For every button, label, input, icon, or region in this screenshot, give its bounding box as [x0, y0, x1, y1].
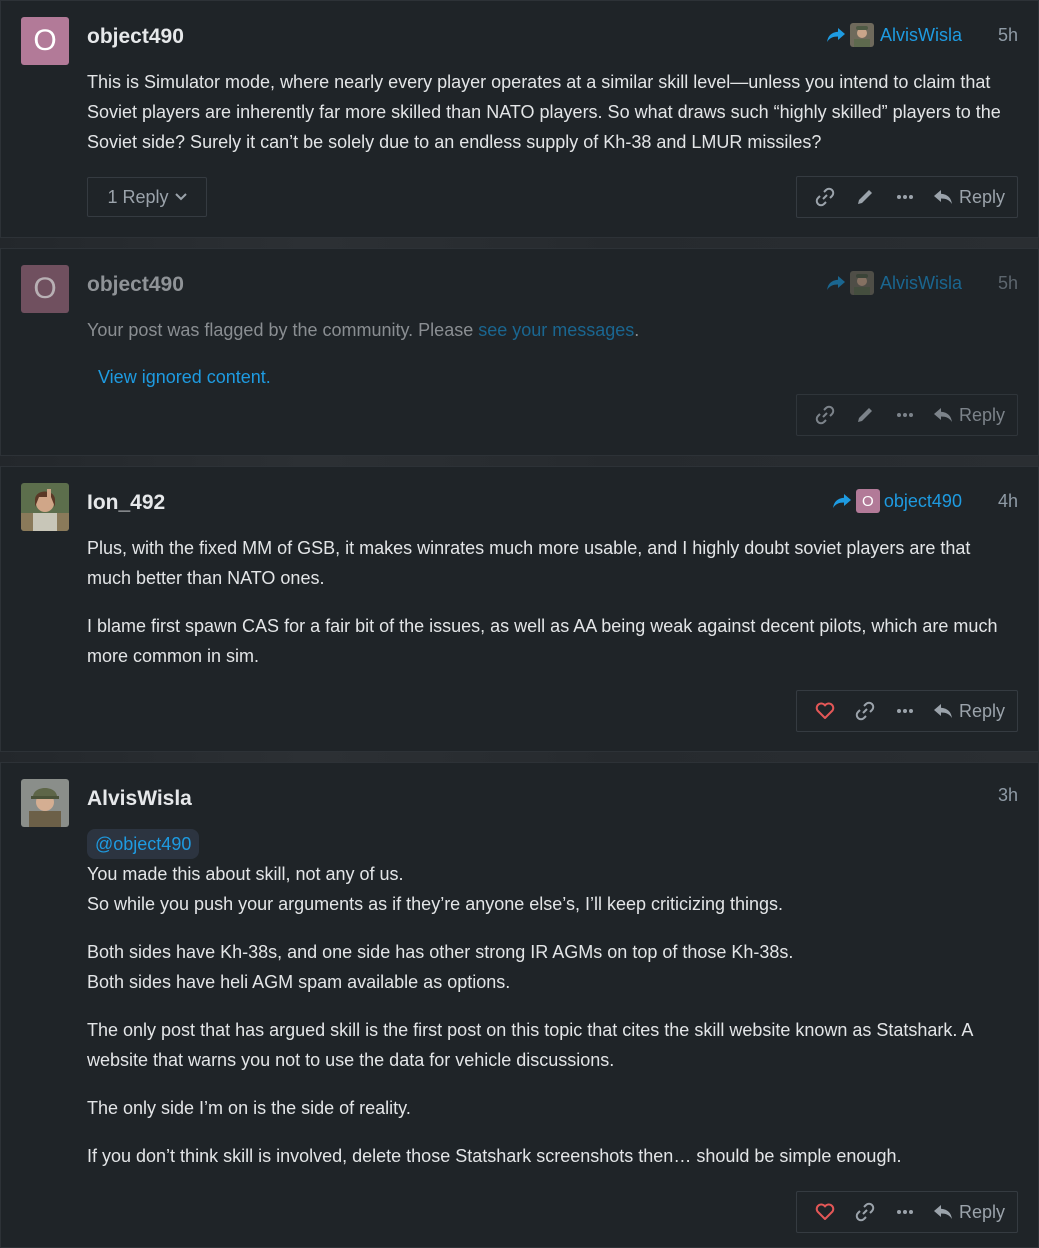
reply-to-tab[interactable]: AlvisWisla [826, 271, 962, 295]
reply-label: Reply [958, 700, 1005, 721]
reply-label: Reply [958, 404, 1005, 425]
post-paragraph: If you don’t think skill is involved, de… [87, 1146, 902, 1166]
avatar[interactable]: O [21, 265, 69, 313]
avatar [849, 23, 874, 47]
ellipsis-icon [896, 413, 913, 417]
pencil-icon [857, 408, 872, 422]
post-3: Ion_492 O object490 4h Plus, with the fi… [0, 466, 1039, 752]
heart-icon [815, 1203, 835, 1220]
copy-link-button[interactable] [845, 1192, 885, 1232]
post-line: You made this about skill, not any of us… [87, 864, 404, 884]
reply-button[interactable]: Reply [933, 701, 1005, 722]
copy-link-button[interactable] [805, 395, 845, 435]
post-meta: 3h [998, 785, 1018, 806]
replies-label: 1 Reply [107, 186, 169, 207]
post-divider [0, 752, 1039, 762]
share-icon [826, 28, 845, 42]
post-time[interactable]: 4h [998, 491, 1018, 512]
post-body: This is Simulator mode, where nearly eve… [87, 67, 1018, 175]
post-author[interactable]: Ion_492 [87, 491, 165, 515]
ellipsis-icon [896, 709, 913, 713]
mention-link[interactable]: @object490 [87, 829, 200, 859]
avatar [849, 271, 874, 295]
like-button[interactable] [805, 1192, 845, 1232]
post-author[interactable]: AlvisWisla [87, 787, 192, 811]
post-actions: Reply [795, 690, 1018, 732]
post-line: Both sides have Kh-38s, and one side has… [87, 942, 794, 962]
post-line: So while you push your arguments as if t… [87, 894, 784, 914]
reply-label: Reply [958, 1201, 1005, 1222]
reply-icon [933, 1205, 952, 1219]
ellipsis-icon [896, 1210, 913, 1214]
ellipsis-icon [896, 195, 913, 199]
post-divider [0, 456, 1039, 466]
avatar[interactable] [21, 483, 69, 531]
post-paragraph: You made this about skill, not any of us… [87, 859, 1018, 919]
post-divider [0, 238, 1039, 248]
post-line: Both sides have heli AGM spam available … [87, 972, 511, 992]
edit-button[interactable] [845, 395, 885, 435]
post-actions: Reply [795, 394, 1018, 436]
post-time[interactable]: 5h [998, 25, 1018, 46]
reply-to-username: AlvisWisla [879, 272, 962, 293]
post-paragraph: The only side I’m on is the side of real… [87, 1098, 411, 1118]
reply-button[interactable]: Reply [933, 187, 1005, 208]
post-paragraph: The only post that has argued skill is t… [87, 1020, 973, 1070]
reply-to-tab[interactable]: AlvisWisla [826, 23, 962, 47]
post-meta: AlvisWisla 5h [826, 271, 1018, 295]
copy-link-button[interactable] [845, 691, 885, 731]
flag-end: . [634, 320, 640, 340]
chevron-down-icon [174, 193, 187, 201]
post-author[interactable]: object490 [87, 273, 184, 297]
post-time[interactable]: 3h [998, 785, 1018, 806]
post-4: AlvisWisla 3h @object490 You made this a… [0, 762, 1039, 1248]
reply-icon [933, 190, 952, 204]
post-meta: AlvisWisla 5h [826, 23, 1018, 47]
reply-to-username: object490 [883, 490, 962, 511]
pencil-icon [857, 190, 872, 204]
post-2: O object490 AlvisWisla 5h Your post was … [0, 248, 1039, 456]
more-actions-button[interactable] [885, 395, 925, 435]
more-actions-button[interactable] [885, 691, 925, 731]
post-body: Plus, with the fixed MM of GSB, it makes… [87, 533, 1018, 689]
view-ignored-content-link[interactable]: View ignored content. [98, 367, 271, 388]
post-author[interactable]: object490 [87, 25, 184, 49]
see-messages-link[interactable]: see your messages [478, 320, 634, 340]
link-icon [815, 187, 835, 207]
reply-button[interactable]: Reply [933, 1202, 1005, 1223]
post-time[interactable]: 5h [998, 273, 1018, 294]
share-icon [826, 276, 845, 290]
post-meta: O object490 4h [832, 489, 1018, 513]
link-icon [855, 1202, 875, 1222]
heart-icon [815, 702, 835, 719]
link-icon [855, 701, 875, 721]
copy-link-button[interactable] [805, 177, 845, 217]
edit-button[interactable] [845, 177, 885, 217]
post-paragraph: Both sides have Kh-38s, and one side has… [87, 937, 1018, 997]
post-body: @object490 You made this about skill, no… [87, 829, 1018, 1189]
post-actions: Reply [795, 176, 1018, 218]
reply-icon [933, 704, 952, 718]
post-actions: Reply [795, 1191, 1018, 1233]
post-paragraph: This is Simulator mode, where nearly eve… [87, 72, 1001, 152]
share-icon [832, 494, 851, 508]
post-paragraph: Plus, with the fixed MM of GSB, it makes… [87, 538, 971, 588]
reply-to-username: AlvisWisla [879, 24, 962, 45]
more-actions-button[interactable] [885, 1192, 925, 1232]
reply-to-tab[interactable]: O object490 [832, 489, 962, 513]
avatar[interactable]: O [21, 17, 69, 65]
link-icon [815, 405, 835, 425]
post-paragraph: I blame first spawn CAS for a fair bit o… [87, 616, 998, 666]
flagged-notice: Your post was flagged by the community. … [87, 315, 1018, 345]
like-button[interactable] [805, 691, 845, 731]
flag-text: Your post was flagged by the community. … [87, 320, 479, 340]
reply-label: Reply [958, 186, 1005, 207]
more-actions-button[interactable] [885, 177, 925, 217]
reply-icon [933, 408, 952, 422]
avatar: O [855, 489, 880, 513]
avatar[interactable] [21, 779, 69, 827]
post-1: O object490 AlvisWisla 5h This is Simula… [0, 0, 1039, 238]
show-replies-button[interactable]: 1 Reply [87, 177, 207, 217]
reply-button[interactable]: Reply [933, 405, 1005, 426]
